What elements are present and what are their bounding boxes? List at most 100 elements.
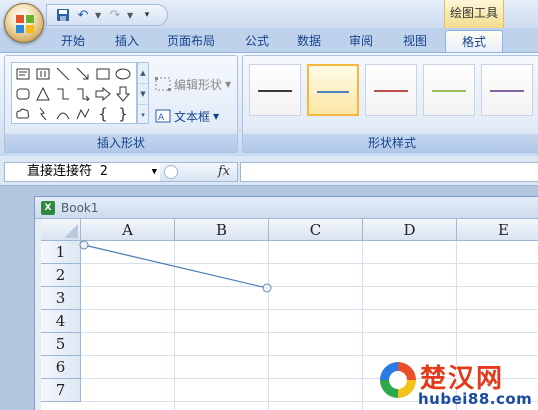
tab-view[interactable]: 视图 — [392, 30, 438, 52]
gridline — [81, 309, 538, 310]
column-header-e[interactable]: E — [457, 219, 538, 241]
redo-icon[interactable]: ↷ — [107, 7, 123, 23]
lightning-shape-icon[interactable] — [34, 105, 52, 123]
vertical-textbox-shape-icon[interactable] — [34, 65, 52, 83]
curve-shape-icon[interactable] — [54, 105, 72, 123]
row-header-2[interactable]: 2 — [41, 264, 81, 287]
style-line-preview — [258, 90, 292, 92]
down-arrow-shape-icon[interactable] — [114, 85, 132, 103]
gridline — [81, 355, 538, 356]
excel-icon: X — [41, 201, 55, 215]
oval-shape-icon[interactable] — [114, 65, 132, 83]
watermark-url: hubei88.com — [418, 390, 533, 408]
column-header-a[interactable]: A — [81, 219, 175, 241]
shapes-gallery-scrollbar[interactable]: ▲ ▼ ▾ — [137, 62, 149, 124]
right-brace-shape-icon[interactable]: } — [114, 105, 132, 123]
text-box-button[interactable]: A 文本框 ▼ — [155, 106, 219, 126]
style-line-preview — [317, 91, 349, 93]
shape-style-swatch[interactable] — [307, 64, 359, 116]
elbow-connector-shape-icon[interactable] — [54, 85, 72, 103]
freeform-shape-icon[interactable] — [74, 105, 92, 123]
tab-format[interactable]: 格式 — [445, 30, 503, 52]
shape-styles-group-label: 形状样式 — [243, 134, 538, 152]
triangle-shape-icon[interactable] — [34, 85, 52, 103]
shape-style-swatch[interactable] — [481, 64, 533, 116]
gallery-more-icon[interactable]: ▾ — [138, 105, 148, 125]
site-watermark: 楚汉网 hubei88.com — [378, 358, 538, 410]
ribbon: { } ▲ ▼ ▾ 编辑形状 ▼ A 文本框 ▼ 插入形状 形状样式 — [0, 52, 538, 156]
insert-function-icon[interactable]: fx — [218, 163, 230, 181]
tab-page-layout[interactable]: 页面布局 — [158, 30, 224, 52]
style-line-preview — [490, 90, 524, 92]
shape-styles-group: 形状样式 — [242, 55, 538, 153]
row-header-1[interactable]: 1 — [41, 241, 81, 264]
row-header-3[interactable]: 3 — [41, 287, 81, 310]
chevron-down-icon: ▼ — [213, 111, 220, 121]
elbow-arrow-connector-shape-icon[interactable] — [74, 85, 92, 103]
name-box-value: 直接连接符 2 — [27, 164, 108, 179]
title-bar: ↶ ▼ ↷ ▼ ▾ 绘图工具 — [0, 0, 538, 43]
row-header-7[interactable]: 7 — [41, 379, 81, 402]
office-button[interactable] — [4, 3, 44, 43]
formula-input[interactable] — [240, 162, 538, 182]
workbook-title: Book1 — [61, 201, 99, 215]
column-header-d[interactable]: D — [363, 219, 457, 241]
tab-formulas[interactable]: 公式 — [234, 30, 280, 52]
shape-style-swatch[interactable] — [249, 64, 301, 116]
column-header-b[interactable]: B — [175, 219, 269, 241]
row-header-4[interactable]: 4 — [41, 310, 81, 333]
rounded-rectangle-shape-icon[interactable] — [14, 85, 32, 103]
tab-insert[interactable]: 插入 — [104, 30, 150, 52]
textbox-shape-icon[interactable] — [14, 65, 32, 83]
watermark-globe-logo — [380, 362, 416, 398]
save-icon[interactable] — [55, 7, 71, 23]
arrow-line-shape-icon[interactable] — [74, 65, 92, 83]
style-line-preview — [432, 90, 466, 92]
chevron-down-icon: ▼ — [225, 79, 232, 89]
select-all-button[interactable] — [41, 219, 81, 241]
gridline — [81, 332, 538, 333]
contextual-tab-group-label: 绘图工具 — [444, 0, 504, 28]
right-arrow-shape-icon[interactable] — [94, 85, 112, 103]
customize-qat-icon[interactable]: ▾ — [139, 7, 155, 23]
redo-dropdown-icon[interactable]: ▼ — [127, 11, 135, 20]
name-box[interactable]: 直接连接符 2 ▼ — [4, 162, 162, 182]
gridline — [81, 263, 538, 264]
gallery-scroll-down-icon[interactable]: ▼ — [138, 84, 148, 105]
gridline — [81, 286, 538, 287]
shape-styles-gallery — [249, 62, 538, 122]
quick-access-toolbar: ↶ ▼ ↷ ▼ ▾ — [46, 4, 168, 26]
ribbon-tabs: 开始 插入 页面布局 公式 数据 审阅 视图 格式 — [0, 28, 538, 52]
text-box-icon: A — [155, 109, 171, 123]
undo-dropdown-icon[interactable]: ▼ — [95, 11, 103, 20]
edit-shape-button[interactable]: 编辑形状 ▼ — [155, 74, 231, 94]
rectangle-shape-icon[interactable] — [94, 65, 112, 83]
connector-start-handle[interactable] — [79, 240, 89, 250]
shape-style-swatch[interactable] — [365, 64, 417, 116]
cloud-shape-icon[interactable] — [14, 105, 32, 123]
left-brace-shape-icon[interactable]: { — [94, 105, 112, 123]
shapes-gallery: { } — [11, 62, 137, 124]
gridline — [268, 241, 269, 410]
insert-shapes-group: { } ▲ ▼ ▾ 编辑形状 ▼ A 文本框 ▼ 插入形状 — [4, 55, 238, 153]
tab-review[interactable]: 审阅 — [338, 30, 384, 52]
edit-shape-label: 编辑形状 — [174, 77, 223, 92]
chevron-down-icon[interactable]: ▼ — [152, 163, 157, 181]
undo-icon[interactable]: ↶ — [75, 7, 91, 23]
row-header-5[interactable]: 5 — [41, 333, 81, 356]
tab-data[interactable]: 数据 — [286, 30, 332, 52]
column-header-c[interactable]: C — [269, 219, 363, 241]
row-header-6[interactable]: 6 — [41, 356, 81, 379]
edit-points-icon — [155, 77, 171, 91]
line-shape-icon[interactable] — [54, 65, 72, 83]
shape-style-swatch[interactable] — [423, 64, 475, 116]
gallery-scroll-up-icon[interactable]: ▲ — [138, 63, 148, 84]
formula-controls: fx — [160, 162, 238, 182]
tab-home[interactable]: 开始 — [50, 30, 96, 52]
insert-shapes-group-label: 插入形状 — [5, 134, 237, 152]
expand-handle-icon[interactable] — [164, 165, 178, 179]
style-line-preview — [374, 90, 408, 92]
workbook-title-bar: X Book1 — [35, 197, 538, 219]
formula-bar: 直接连接符 2 ▼ fx — [0, 156, 538, 186]
gridline — [174, 241, 175, 410]
